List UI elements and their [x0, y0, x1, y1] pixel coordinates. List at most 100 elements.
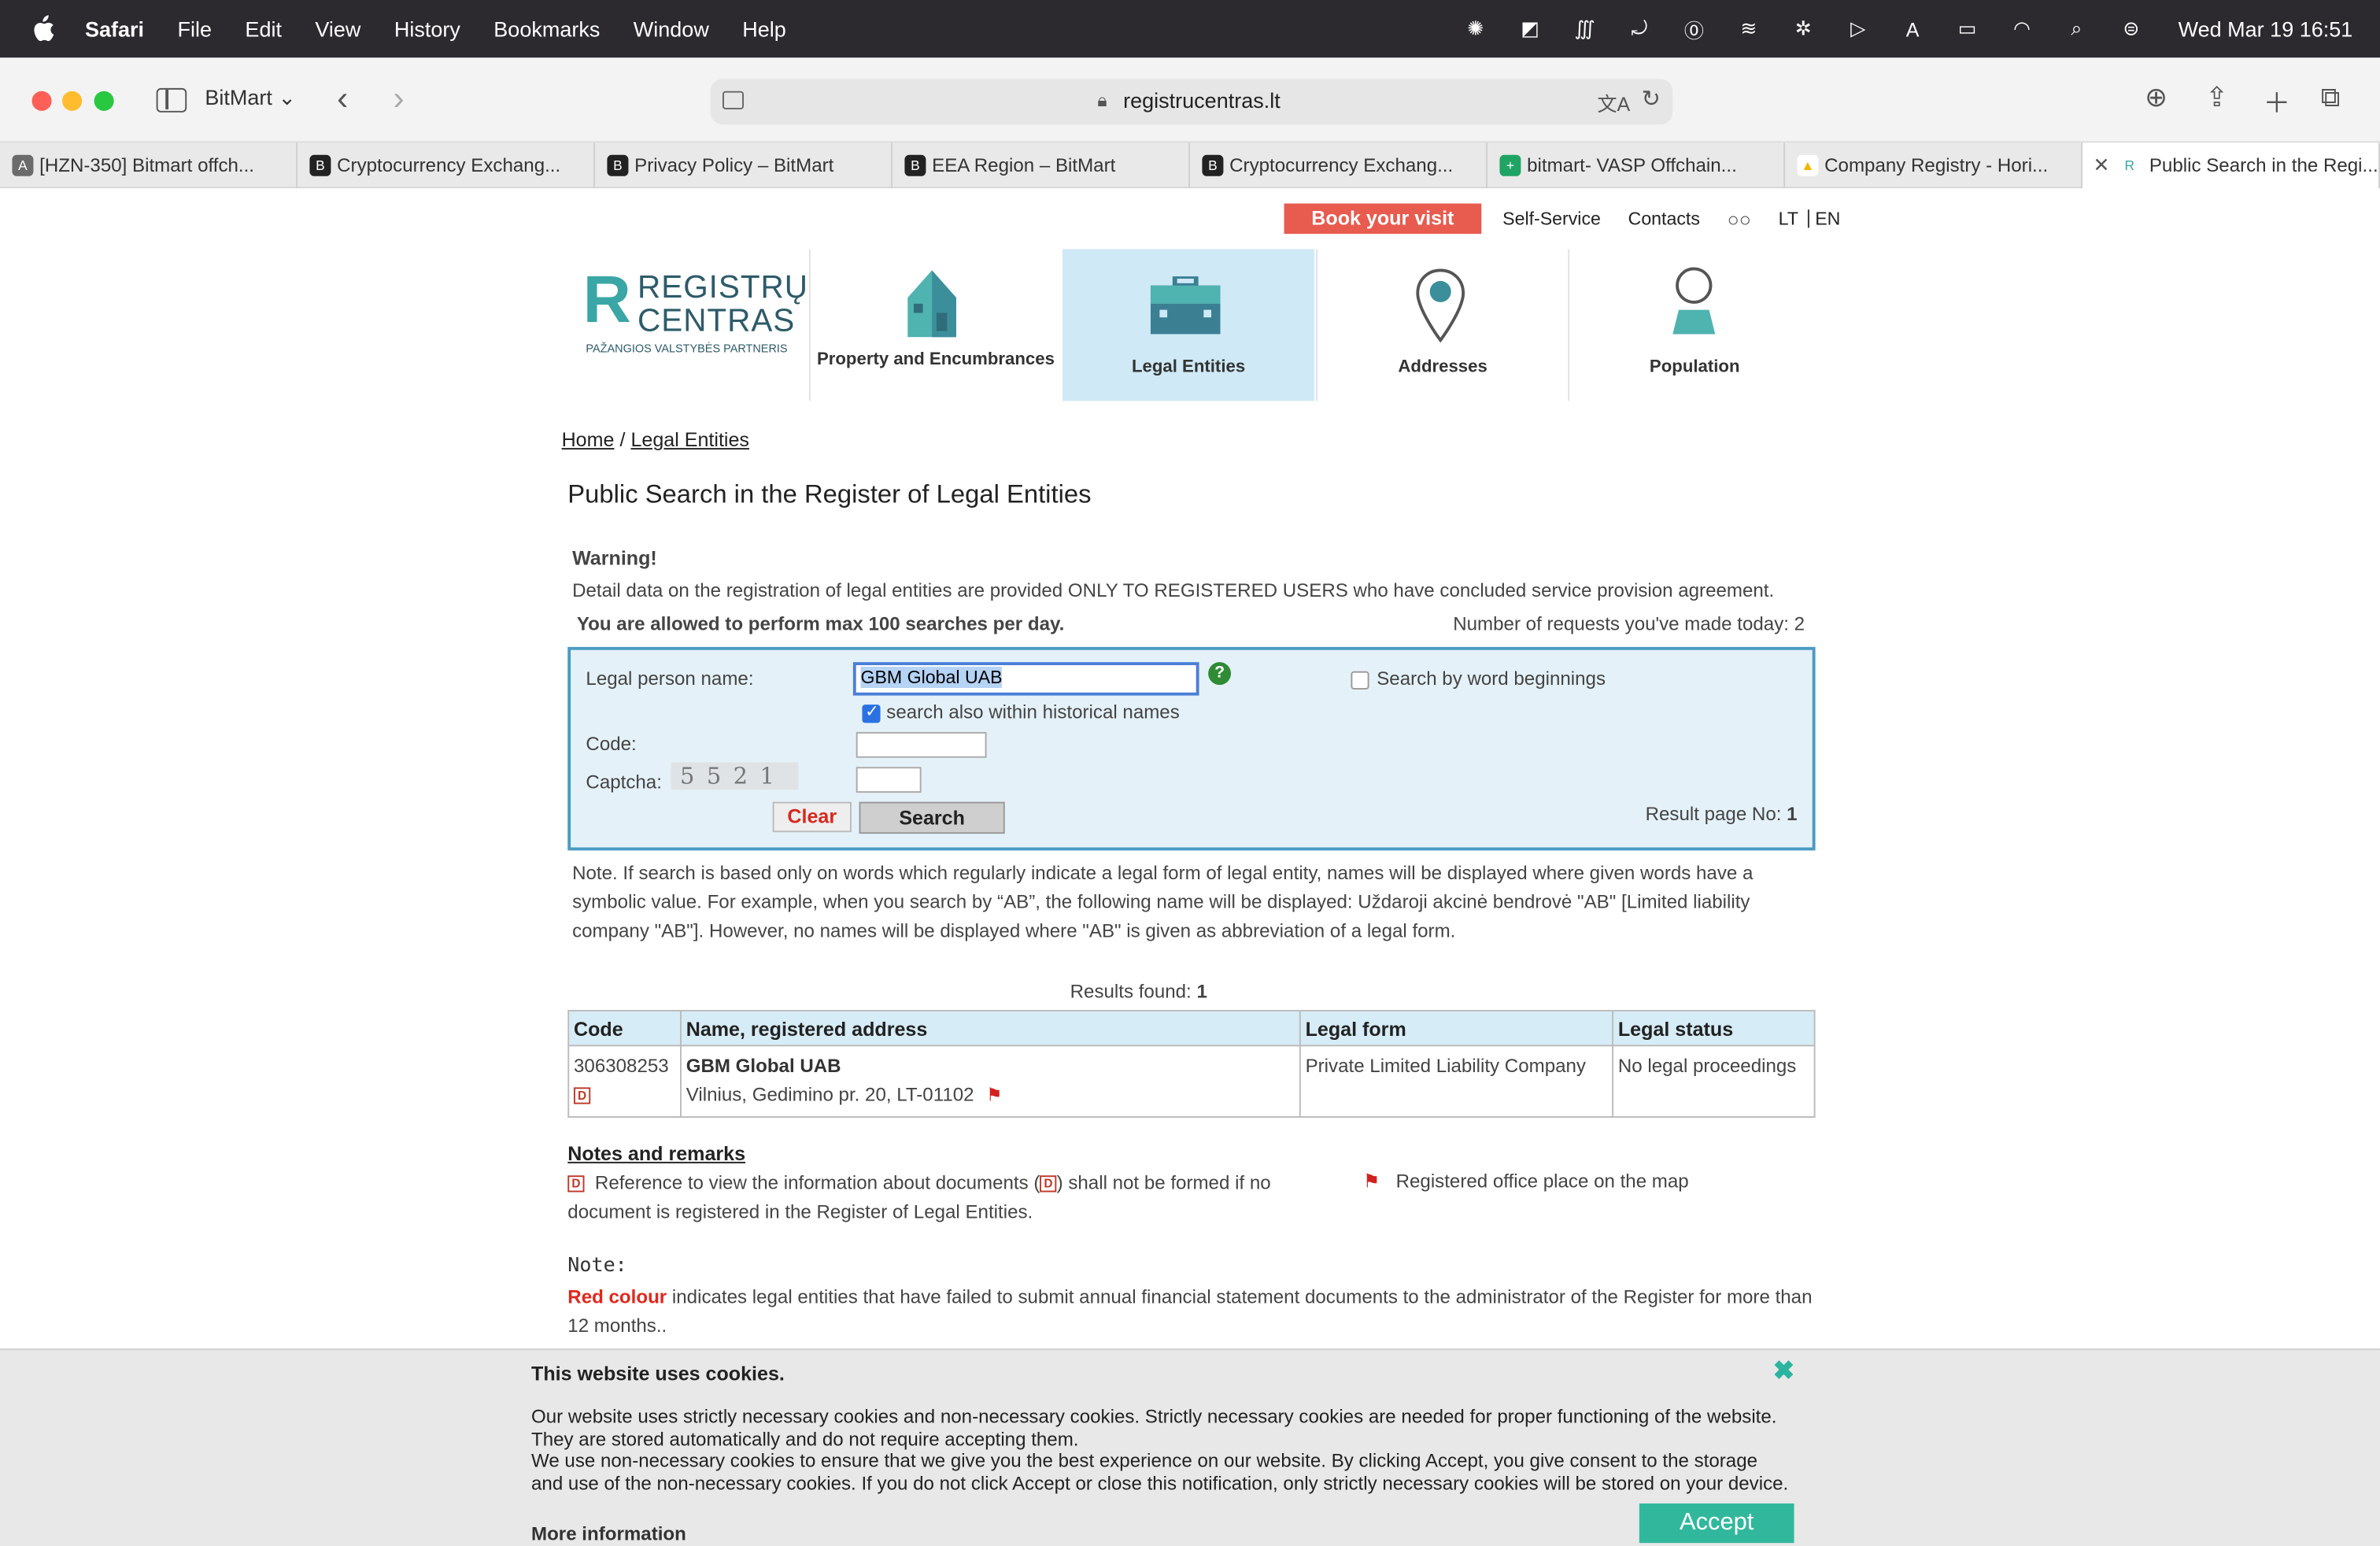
address-bar[interactable]: 🔒︎ registrucentras.lt 文A ↻ — [710, 79, 1673, 125]
tab-company-registry[interactable]: ▲ Company Registry - Hori... — [1785, 142, 2082, 189]
legal-name-input[interactable]: GBM Global UAB — [852, 662, 1199, 696]
cookie-close-icon[interactable]: ✖ — [1773, 1356, 1794, 1387]
red-colour-text: indicates legal entities that have faile… — [567, 1286, 1813, 1337]
entity-name[interactable]: GBM Global UAB — [686, 1052, 1295, 1082]
profile-switcher[interactable]: BitMart ⌄ — [205, 85, 296, 111]
book-visit-button[interactable]: Book your visit — [1284, 203, 1482, 235]
share-icon[interactable]: ⇪ — [2205, 82, 2228, 114]
battery-icon[interactable]: ▭ — [1953, 17, 1981, 41]
lock-icon: 🔒︎ — [1097, 89, 1107, 111]
wifi-icon[interactable]: ◠ — [2009, 17, 2036, 41]
clear-button[interactable]: Clear — [772, 801, 852, 833]
menu-app-name[interactable]: Safari — [85, 17, 144, 41]
downloads-icon[interactable]: ⊕ — [2145, 82, 2168, 114]
search-icon[interactable]: ⌕ — [2063, 17, 2090, 41]
results-found-label: Results found: — [1070, 981, 1192, 1003]
new-tab-icon[interactable]: ＋ — [2263, 82, 2290, 121]
lang-lt-link[interactable]: LT — [1779, 208, 1798, 229]
breadcrumb-legal-entities[interactable]: Legal Entities — [630, 428, 749, 451]
historical-names-label[interactable]: search also within historical names — [886, 701, 1179, 723]
map-flag-icon[interactable]: ⚑ — [986, 1082, 1003, 1111]
sidebar-toggle-icon[interactable] — [156, 87, 187, 113]
openai-icon[interactable]: ✺ — [1462, 17, 1489, 41]
menu-clock[interactable]: Wed Mar 19 16:51 — [2179, 17, 2353, 41]
tab-label: Cryptocurrency Exchang... — [1229, 154, 1454, 176]
layers-icon[interactable]: ≋ — [1735, 17, 1763, 41]
breadcrumb: Home / Legal Entities — [562, 428, 749, 451]
notes-flag-text: Registered office place on the map — [1395, 1171, 1689, 1193]
menu-bookmarks[interactable]: Bookmarks — [493, 17, 600, 41]
keyboard-input-icon[interactable]: A — [1899, 17, 1927, 41]
tab-favicon: R — [2119, 154, 2141, 176]
close-window-button[interactable] — [31, 91, 52, 111]
nav-population[interactable]: Population — [1568, 249, 1820, 401]
cookie-accept-button[interactable]: Accept — [1639, 1503, 1794, 1544]
zoom-window-button[interactable] — [94, 91, 114, 111]
page-menu-icon[interactable] — [722, 91, 744, 109]
menu-edit[interactable]: Edit — [245, 17, 282, 41]
nav-legal-entities[interactable]: Legal Entities — [1062, 249, 1315, 401]
menu-view[interactable]: View — [315, 17, 360, 41]
play-icon[interactable]: ▷ — [1844, 17, 1872, 41]
accessibility-glasses-icon[interactable]: ○○ — [1728, 207, 1751, 230]
control-center-icon[interactable]: ⊜ — [2118, 17, 2145, 41]
notes-remarks-heading: Notes and remarks — [567, 1141, 746, 1165]
captcha-input[interactable] — [856, 767, 922, 793]
self-service-link[interactable]: Self-Service — [1502, 208, 1601, 229]
stats-icon[interactable]: ∭ — [1571, 17, 1598, 41]
word-beginnings-label[interactable]: Search by word beginnings — [1377, 668, 1606, 690]
tab-crypto-1[interactable]: B Cryptocurrency Exchang... — [298, 142, 595, 189]
code-label: Code: — [586, 733, 637, 755]
tab-privacy[interactable]: B Privacy Policy – BitMart — [595, 142, 893, 189]
tab-favicon: B — [309, 154, 331, 176]
house-icon — [907, 270, 956, 338]
back-icon[interactable]: ‹ — [337, 79, 348, 118]
vpn-icon[interactable]: ⓪ — [1680, 17, 1708, 42]
forward-icon[interactable]: › — [393, 79, 404, 118]
word-beginnings-checkbox[interactable] — [1351, 671, 1369, 690]
menu-window[interactable]: Window — [634, 17, 709, 41]
tab-hzn[interactable]: A [HZN-350] Bitmart offch... — [0, 142, 298, 189]
minimize-window-button[interactable] — [62, 91, 83, 111]
code-input[interactable] — [856, 731, 987, 758]
tab-overview-icon[interactable]: ⧉ — [2321, 82, 2341, 114]
lang-en-link[interactable]: EN — [1815, 208, 1840, 229]
translate-icon[interactable]: 文A — [1597, 88, 1630, 117]
cookie-paragraph-2: We use non-necessary cookies to ensure t… — [530, 1450, 1789, 1494]
cookie-more-info-link[interactable]: More information — [531, 1523, 686, 1544]
tab-crypto-2[interactable]: B Cryptocurrency Exchang... — [1190, 142, 1488, 189]
historical-names-checkbox[interactable] — [862, 701, 881, 723]
nav-property[interactable]: Property and Encumbrances — [808, 249, 1061, 401]
nav-addresses[interactable]: Addresses — [1316, 249, 1568, 401]
result-page-label: Result page No: 1 — [1646, 804, 1798, 825]
sync-icon[interactable]: ⤾ — [1626, 17, 1654, 41]
help-icon[interactable]: ? — [1208, 662, 1232, 686]
tab-favicon: + — [1499, 154, 1521, 176]
menu-help[interactable]: Help — [742, 17, 786, 41]
tab-bar: A [HZN-350] Bitmart offch... B Cryptocurre… — [0, 142, 2380, 189]
app-status-icon[interactable]: ◩ — [1517, 17, 1544, 41]
tab-public-search[interactable]: ✕ R Public Search in the Regi... — [2082, 142, 2380, 189]
documents-icon[interactable]: D — [573, 1087, 591, 1104]
bug-icon[interactable]: ✲ — [1790, 17, 1817, 41]
menu-file[interactable]: File — [177, 17, 212, 41]
col-legal-status: Legal status — [1612, 1009, 1816, 1047]
table-row: 306308253 D GBM Global UAB Vilnius, Gedi… — [567, 1045, 1816, 1118]
tab-vasp[interactable]: + bitmart- VASP Offchain... — [1488, 142, 1785, 189]
menu-history[interactable]: History — [394, 17, 460, 41]
logo-tagline: PAŽANGIOS VALSTYBĖS PARTNERIS — [586, 342, 788, 356]
close-tab-icon[interactable]: ✕ — [2093, 153, 2109, 178]
reload-icon[interactable]: ↻ — [1642, 85, 1661, 113]
table-header-row: Code Name, registered address Legal form… — [567, 1009, 1816, 1047]
col-legal-form: Legal form — [1299, 1009, 1614, 1047]
url-text[interactable]: registrucentras.lt — [1123, 88, 1281, 113]
screen: Safari File Edit View History Bookmarks … — [0, 0, 2380, 1546]
tab-eea[interactable]: B EEA Region – BitMart — [893, 142, 1190, 189]
search-button[interactable]: Search — [859, 801, 1005, 834]
browser-toolbar: BitMart ⌄ ‹ › 🔒︎ registrucentras.lt 文A ↻… — [0, 57, 2380, 143]
breadcrumb-home[interactable]: Home — [562, 428, 615, 451]
contacts-link[interactable]: Contacts — [1628, 208, 1700, 229]
registru-centras-logo[interactable]: R REGISTRŲ CENTRAS PAŽANGIOS VALSTYBĖS P… — [583, 267, 808, 359]
apple-icon[interactable] — [31, 15, 55, 43]
profile-name: BitMart — [205, 85, 272, 109]
